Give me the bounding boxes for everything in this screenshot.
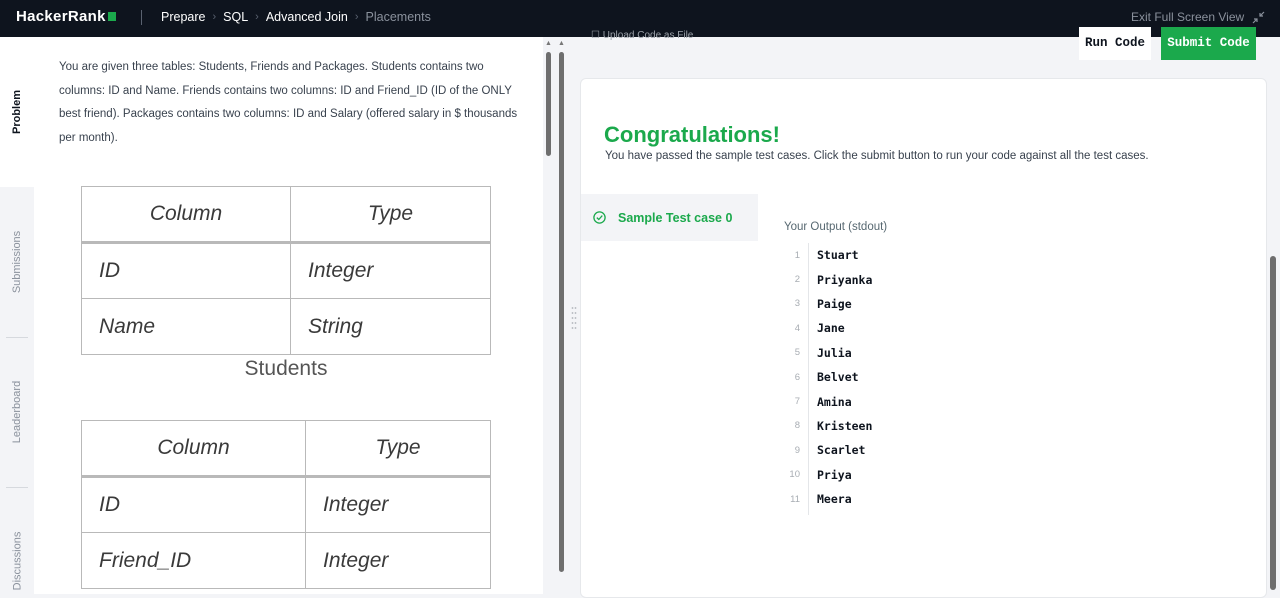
line-number: 3 [794, 298, 800, 310]
drag-handle-icon[interactable] [571, 306, 577, 332]
tab-discussions[interactable]: Discussions [0, 487, 34, 594]
problem-panel: You are given three tables: Students, Fr… [34, 37, 543, 594]
output-value: Priya [817, 467, 852, 482]
table-header-cell: Column [81, 186, 291, 244]
line-number: 6 [794, 371, 800, 383]
submit-code-button[interactable]: Submit Code [1161, 27, 1256, 60]
table-cell: Name [81, 298, 291, 355]
run-code-button[interactable]: Run Code [1079, 27, 1151, 60]
output-line: 9 Scarlet [784, 438, 984, 462]
output-value: Julia [817, 345, 852, 360]
hackerrank-logo[interactable]: HackerRank [16, 8, 116, 25]
output-value: Priyanka [817, 272, 873, 287]
line-number: 11 [790, 493, 800, 505]
tab-problem-label: Problem [11, 89, 24, 135]
side-tab-bar: Problem Submissions Leaderboard Discussi… [0, 37, 34, 594]
upload-code-checkbox[interactable]: ☐ Upload Code as File [591, 30, 693, 41]
problem-description: You are given three tables: Students, Fr… [59, 61, 518, 144]
line-number: 7 [794, 396, 800, 408]
collapse-icon[interactable] [1252, 11, 1265, 24]
chevron-right-icon: › [255, 11, 259, 23]
output-value: Meera [817, 492, 852, 507]
breadcrumb: Prepare › SQL › Advanced Join › Placemen… [161, 10, 431, 24]
logo-square-icon [107, 12, 116, 21]
output-value: Jane [817, 321, 845, 336]
output-label: Your Output (stdout) [784, 221, 888, 233]
line-number: 1 [794, 249, 800, 261]
output-line: 1 Stuart [784, 243, 984, 267]
line-number: 10 [789, 469, 800, 481]
line-number: 8 [794, 420, 800, 432]
output-value: Paige [817, 296, 852, 311]
students-table: Column Type ID Integer Name String [81, 186, 491, 355]
line-number: 2 [794, 274, 800, 286]
tab-submissions-label: Submissions [11, 230, 24, 294]
output-value: Scarlet [817, 443, 866, 458]
output-line: 6 Belvet [784, 365, 984, 389]
chevron-right-icon: › [212, 11, 217, 23]
breadcrumb-sql[interactable]: SQL [223, 10, 248, 24]
congrats-subtitle: You have passed the sample test cases. C… [605, 150, 1149, 162]
output-value: Stuart [817, 248, 859, 263]
tab-problem[interactable]: Problem [0, 37, 34, 187]
test-case-label: Sample Test case 0 [618, 210, 733, 225]
congrats-title: Congratulations! [604, 122, 780, 147]
logo-text: HackerRank [16, 8, 106, 25]
exit-fullscreen-link[interactable]: Exit Full Screen View [1131, 10, 1244, 24]
table-cell: Integer [290, 242, 491, 299]
line-number: 5 [794, 347, 800, 359]
tab-discussions-label: Discussions [11, 531, 23, 590]
problem-scrollbar[interactable] [546, 52, 551, 156]
table-cell: Friend_ID [81, 532, 306, 589]
tab-leaderboard[interactable]: Leaderboard [0, 337, 34, 487]
chevron-right-icon: › [354, 11, 359, 23]
nav-divider [141, 10, 142, 25]
tab-leaderboard-label: Leaderboard [11, 380, 24, 444]
output-line: 11 Meera [784, 487, 984, 511]
line-number: 9 [794, 444, 800, 456]
output-value: Amina [817, 394, 852, 409]
students-table-caption: Students [244, 357, 328, 380]
output-line: 3 Paige [784, 292, 984, 316]
breadcrumb-placements: Placements [365, 10, 431, 24]
table-header-cell: Column [81, 420, 306, 478]
upload-code-label: Upload Code as File [602, 30, 694, 41]
output-line: 10 Priya [784, 463, 984, 487]
friends-table: Column Type ID Integer Friend_ID Integer [81, 420, 491, 589]
line-number: 4 [794, 322, 800, 334]
breadcrumb-prepare[interactable]: Prepare [161, 10, 205, 24]
table-header-cell: Type [305, 420, 491, 478]
output-line: 4 Jane [784, 316, 984, 340]
table-header-cell: Type [290, 186, 491, 244]
breadcrumb-advanced-join[interactable]: Advanced Join [266, 10, 348, 24]
output-value: Belvet [817, 370, 859, 385]
tab-submissions[interactable]: Submissions [0, 187, 34, 337]
table-cell: ID [81, 476, 306, 533]
table-cell: Integer [305, 532, 491, 589]
output-lines: 1 Stuart 2 Priyanka 3 Paige 4 Jane 5 Julia 6 Belvet… [784, 243, 984, 515]
results-scrollbar[interactable] [1270, 256, 1276, 590]
output-value: Kristeen [817, 418, 873, 433]
table-cell: Integer [305, 476, 491, 533]
test-case-tab[interactable]: Sample Test case 0 [581, 194, 758, 241]
output-line: 2 Priyanka [784, 267, 984, 291]
scroll-up-arrow-icon[interactable]: ▲ [545, 40, 552, 47]
table-cell: String [290, 298, 491, 355]
check-circle-icon [593, 211, 606, 224]
editor-scrollbar[interactable] [559, 52, 564, 572]
scroll-up-arrow-icon[interactable]: ▲ [558, 40, 565, 47]
output-line: 5 Julia [784, 341, 984, 365]
output-line: 7 Amina [784, 389, 984, 413]
output-line: 8 Kristeen [784, 414, 984, 438]
table-cell: ID [81, 242, 291, 299]
